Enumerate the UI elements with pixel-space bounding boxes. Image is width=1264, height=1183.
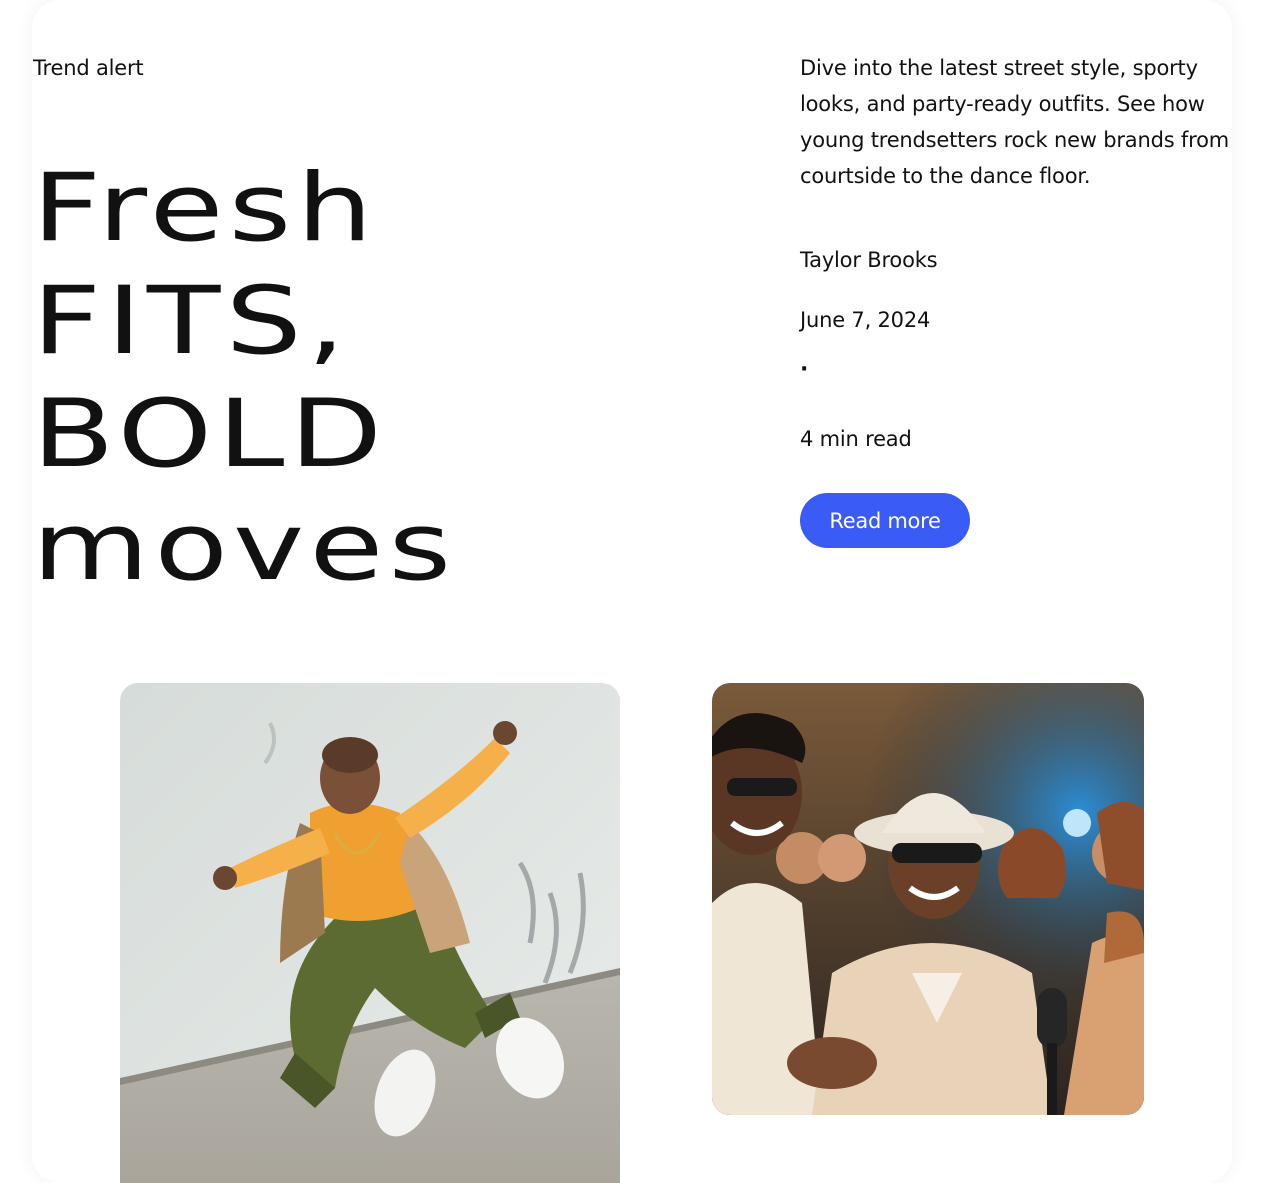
- headline-line-1: Fresh: [32, 154, 378, 263]
- read-more-button[interactable]: Read more: [800, 493, 970, 548]
- dancer-photo: [120, 683, 620, 1183]
- party-photo: [712, 683, 1144, 1115]
- author-name: Taylor Brooks: [800, 248, 938, 272]
- headline: Fresh FITS, BOLD moves: [32, 152, 451, 604]
- party-illustration: [712, 683, 1144, 1115]
- read-time: 4 min read: [800, 427, 912, 451]
- meta-separator: ·: [800, 357, 809, 382]
- headline-line-2: FITS,: [32, 267, 351, 376]
- dancer-illustration: [120, 683, 620, 1183]
- headline-line-3: BOLD: [32, 380, 388, 489]
- headline-line-4: moves: [32, 493, 457, 602]
- publish-date: June 7, 2024: [800, 308, 931, 332]
- intro-paragraph: Dive into the latest street style, sport…: [800, 56, 1230, 188]
- eyebrow-label: Trend alert: [33, 56, 144, 80]
